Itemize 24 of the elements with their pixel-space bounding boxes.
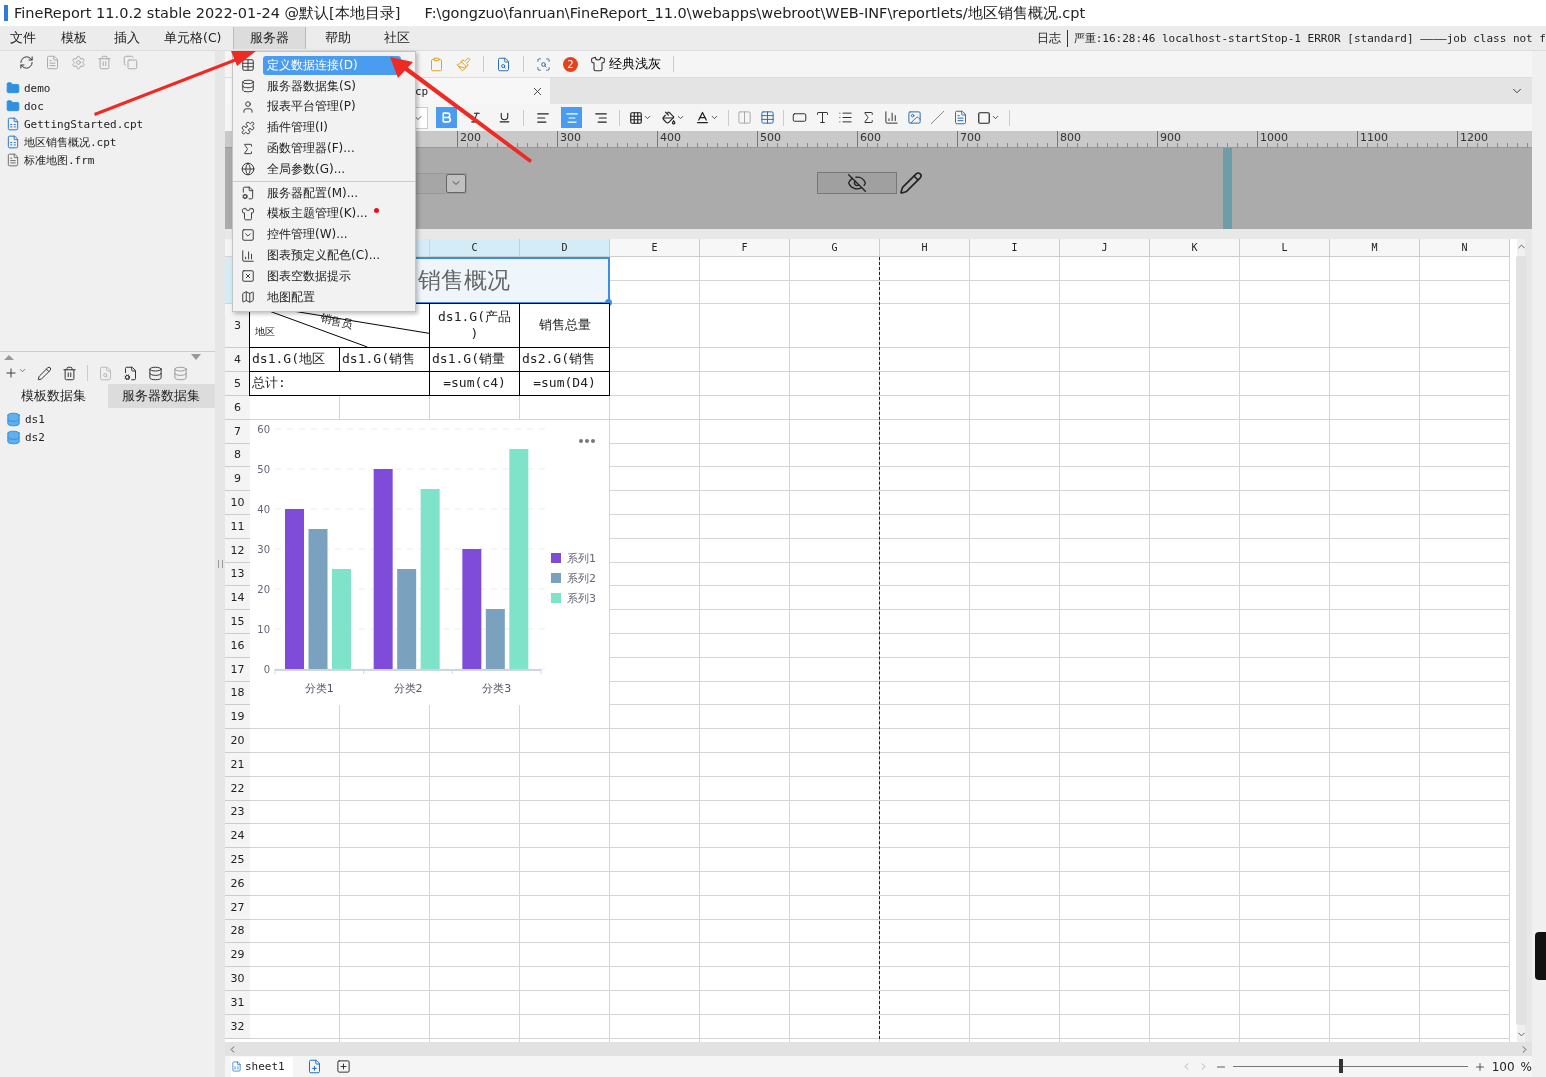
axis-label: 50 — [257, 463, 270, 475]
log-message: 严重:16:28:46 localhost-startStop-1 ERROR [standard] ————job class not f — [1073, 30, 1546, 46]
file-name: 地区销售概况.cpt — [24, 134, 117, 150]
file-name: GettingStarted.cpt — [24, 117, 144, 131]
column-label: 地区 — [255, 325, 275, 339]
zoom-unit: % — [1520, 1059, 1532, 1074]
file-name: demo — [24, 81, 51, 95]
tab-label: cp — [415, 84, 430, 98]
axis-label: 60 — [257, 423, 270, 435]
file-name: 标准地图.frm — [24, 152, 95, 168]
file-name: doc — [24, 99, 44, 113]
axis-label: 0 — [263, 663, 270, 675]
axis-label: 20 — [257, 583, 270, 595]
file-path: F:\gongzuo\fanruan\FineReport_11.0\webapps\webroot\WEB-INF\reportlets/地区销售概况.cpt — [424, 3, 1086, 23]
row-label: 销售员 — [318, 310, 355, 333]
dataset-name: ds2 — [25, 430, 45, 444]
axis-label: 10 — [257, 623, 270, 635]
window-title: FineReport 11.0.2 stable 2022-01-24 @默认[本地目录] — [14, 3, 401, 23]
axis-label: 分类3 — [482, 681, 512, 695]
axis-label: 分类2 — [393, 681, 423, 695]
axis-label: 分类1 — [304, 681, 334, 695]
dataset-name: ds1 — [25, 412, 45, 426]
axis-label: 30 — [257, 543, 270, 555]
axis-label: 40 — [257, 503, 270, 515]
